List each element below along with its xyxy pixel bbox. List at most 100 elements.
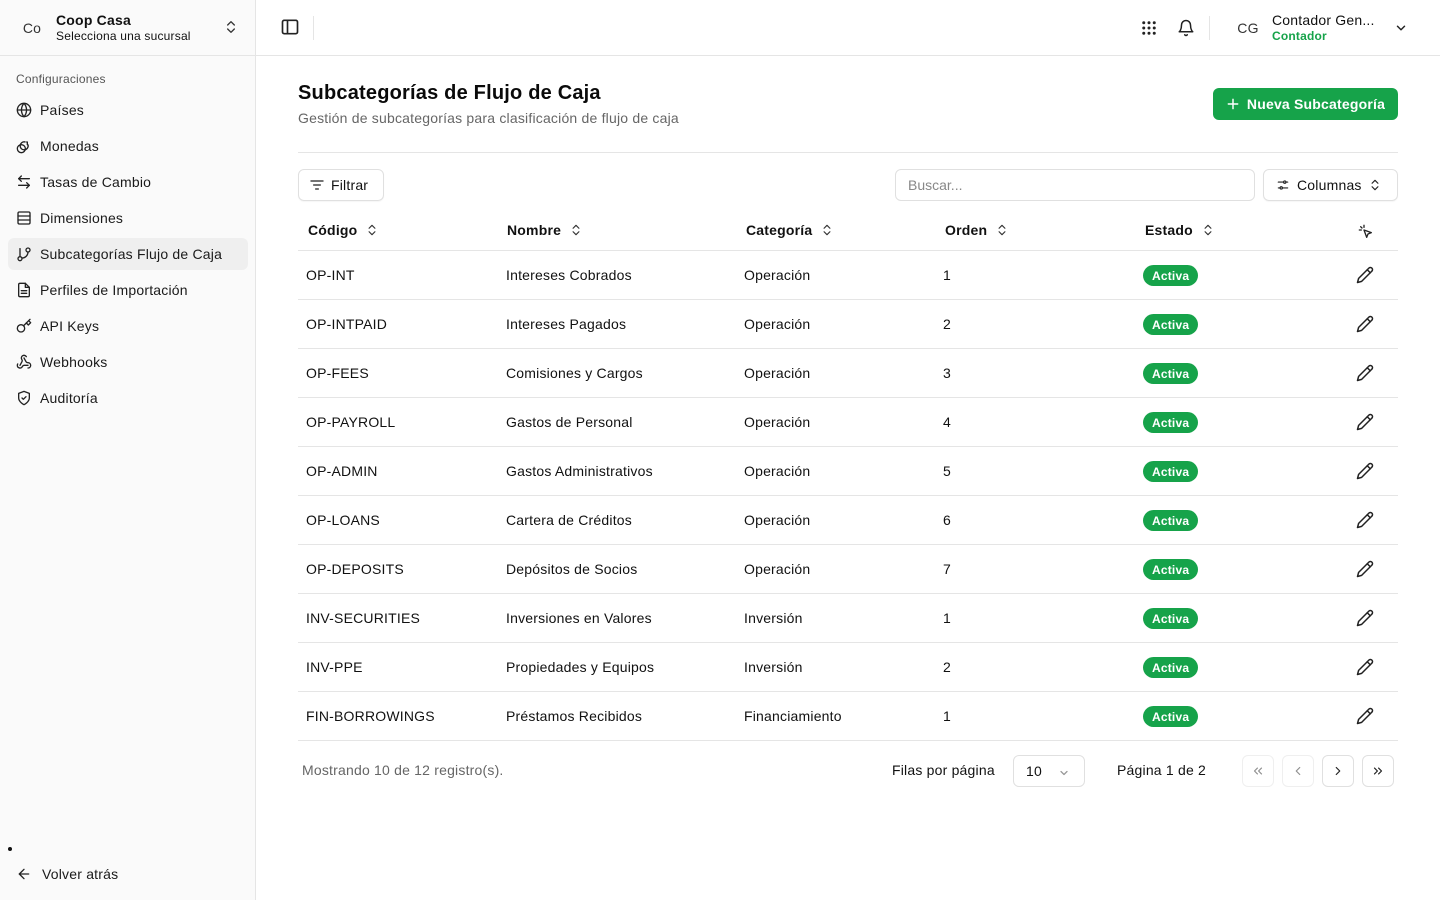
- status-badge: Activa: [1143, 265, 1199, 286]
- key-icon: [16, 318, 40, 334]
- cell-name: Gastos Administrativos: [506, 463, 653, 479]
- sort-icon: [357, 223, 379, 237]
- columns-label: Columnas: [1297, 177, 1362, 193]
- sidebar-item-label: Dimensiones: [40, 210, 124, 226]
- sidebar-item-label: API Keys: [40, 318, 100, 334]
- list-icon: [16, 210, 40, 226]
- panel-left-icon[interactable]: [280, 17, 300, 37]
- sidebar-item-webhooks[interactable]: Webhooks: [8, 346, 248, 378]
- chevrons-right-icon: [1371, 764, 1385, 778]
- topbar: CG Contador Gen... Contador: [256, 0, 1440, 56]
- pencil-icon[interactable]: [1356, 707, 1374, 725]
- sidebar-item-label: Perfiles de Importación: [40, 282, 188, 298]
- user-avatar[interactable]: CG: [1230, 10, 1266, 46]
- cell-order: 3: [943, 365, 951, 381]
- bell-icon[interactable]: [1177, 19, 1195, 37]
- cell-category: Operación: [744, 267, 811, 283]
- cell-name: Gastos de Personal: [506, 414, 633, 430]
- chevrons-up-down-icon: [1368, 178, 1382, 192]
- settings-sliders-icon: [1276, 178, 1290, 192]
- sparkle-icon[interactable]: [1358, 224, 1374, 240]
- previous-page-button[interactable]: [1282, 755, 1314, 787]
- cell-code: FIN-BORROWINGS: [306, 708, 435, 724]
- org-name: Coop Casa: [56, 12, 131, 28]
- back-button[interactable]: Volver atrás: [16, 866, 118, 882]
- cell-name: Propiedades y Equipos: [506, 659, 655, 675]
- status-badge: Activa: [1143, 657, 1199, 678]
- column-label: Categoría: [746, 222, 813, 238]
- sort-icon: [987, 223, 1009, 237]
- cell-code: OP-ADMIN: [306, 463, 378, 479]
- sidebar-item-paises[interactable]: Países: [8, 94, 248, 126]
- sidebar-item-label: Países: [40, 102, 84, 118]
- sidebar-item-auditoria[interactable]: Auditoría: [8, 382, 248, 414]
- org-subtitle: Selecciona una sucursal: [56, 29, 191, 43]
- chevrons-left-icon: [1251, 764, 1265, 778]
- grid-icon[interactable]: [1140, 19, 1158, 37]
- columns-button[interactable]: Columnas: [1263, 169, 1398, 201]
- divider: [1209, 16, 1210, 40]
- status-badge: Activa: [1143, 608, 1199, 629]
- table-row: INV-SECURITIES Inversiones en Valores In…: [298, 594, 1398, 643]
- pencil-icon[interactable]: [1356, 364, 1374, 382]
- first-page-button[interactable]: [1242, 755, 1274, 787]
- column-header-nombre[interactable]: Nombre: [507, 222, 583, 238]
- column-header-orden[interactable]: Orden: [945, 222, 1009, 238]
- sidebar-item-api-keys[interactable]: API Keys: [8, 310, 248, 342]
- column-header-estado[interactable]: Estado: [1145, 222, 1215, 238]
- cell-category: Operación: [744, 561, 811, 577]
- page-info: Página 1 de 2: [1117, 762, 1207, 778]
- org-avatar: Co: [22, 20, 42, 36]
- pencil-icon[interactable]: [1356, 511, 1374, 529]
- pencil-icon[interactable]: [1356, 266, 1374, 284]
- table-row: OP-FEES Comisiones y Cargos Operación 3 …: [298, 349, 1398, 398]
- cell-order: 6: [943, 512, 951, 528]
- pencil-icon[interactable]: [1356, 315, 1374, 333]
- cell-category: Inversión: [744, 610, 803, 626]
- search-input[interactable]: [895, 169, 1255, 201]
- chevron-down-icon[interactable]: [1394, 21, 1408, 35]
- sidebar-item-tasas-de-cambio[interactable]: Tasas de Cambio: [8, 166, 248, 198]
- cell-category: Operación: [744, 463, 811, 479]
- pencil-icon[interactable]: [1356, 609, 1374, 627]
- chevron-left-icon: [1291, 764, 1305, 778]
- column-header-codigo[interactable]: Código: [308, 222, 379, 238]
- org-switcher[interactable]: Co Coop Casa Selecciona una sucursal: [0, 0, 255, 56]
- sidebar-item-subcategorias[interactable]: Subcategorías Flujo de Caja: [8, 238, 248, 270]
- filter-button[interactable]: Filtrar: [298, 169, 384, 201]
- cell-order: 1: [943, 267, 951, 283]
- new-subcategory-label: Nueva Subcategoría: [1246, 96, 1386, 112]
- next-page-button[interactable]: [1322, 755, 1354, 787]
- rows-per-page-select[interactable]: 10: [1013, 755, 1085, 787]
- cell-order: 1: [943, 610, 951, 626]
- git-branch-icon: [16, 246, 40, 262]
- sidebar: Co Coop Casa Selecciona una sucursal Con…: [0, 0, 256, 900]
- sidebar-item-monedas[interactable]: Monedas: [8, 130, 248, 162]
- rows-per-page-value: 10: [1026, 763, 1042, 779]
- pencil-icon[interactable]: [1356, 560, 1374, 578]
- sidebar-item-perfiles-importacion[interactable]: Perfiles de Importación: [8, 274, 248, 306]
- user-name[interactable]: Contador Gen...: [1272, 12, 1375, 28]
- page-subtitle: Gestión de subcategorías para clasificac…: [298, 110, 679, 126]
- shield-check-icon: [16, 390, 40, 406]
- cell-code: OP-INTPAID: [306, 316, 388, 332]
- column-label: Código: [308, 222, 358, 238]
- table-row: OP-DEPOSITS Depósitos de Socios Operació…: [298, 545, 1398, 594]
- pencil-icon[interactable]: [1356, 462, 1374, 480]
- cell-category: Inversión: [744, 659, 803, 675]
- cell-code: OP-DEPOSITS: [306, 561, 404, 577]
- sidebar-item-dimensiones[interactable]: Dimensiones: [8, 202, 248, 234]
- status-badge: Activa: [1143, 510, 1199, 531]
- pencil-icon[interactable]: [1356, 413, 1374, 431]
- pencil-icon[interactable]: [1356, 658, 1374, 676]
- last-page-button[interactable]: [1362, 755, 1394, 787]
- sidebar-item-label: Webhooks: [40, 354, 108, 370]
- status-badge: Activa: [1143, 461, 1199, 482]
- column-header-categoria[interactable]: Categoría: [746, 222, 834, 238]
- chevrons-up-down-icon: [223, 19, 239, 35]
- rows-per-page-label: Filas por página: [892, 762, 995, 778]
- new-subcategory-button[interactable]: Nueva Subcategoría: [1213, 88, 1398, 120]
- status-badge: Activa: [1143, 314, 1199, 335]
- cell-name: Cartera de Créditos: [506, 512, 632, 528]
- sidebar-item-label: Monedas: [40, 138, 99, 154]
